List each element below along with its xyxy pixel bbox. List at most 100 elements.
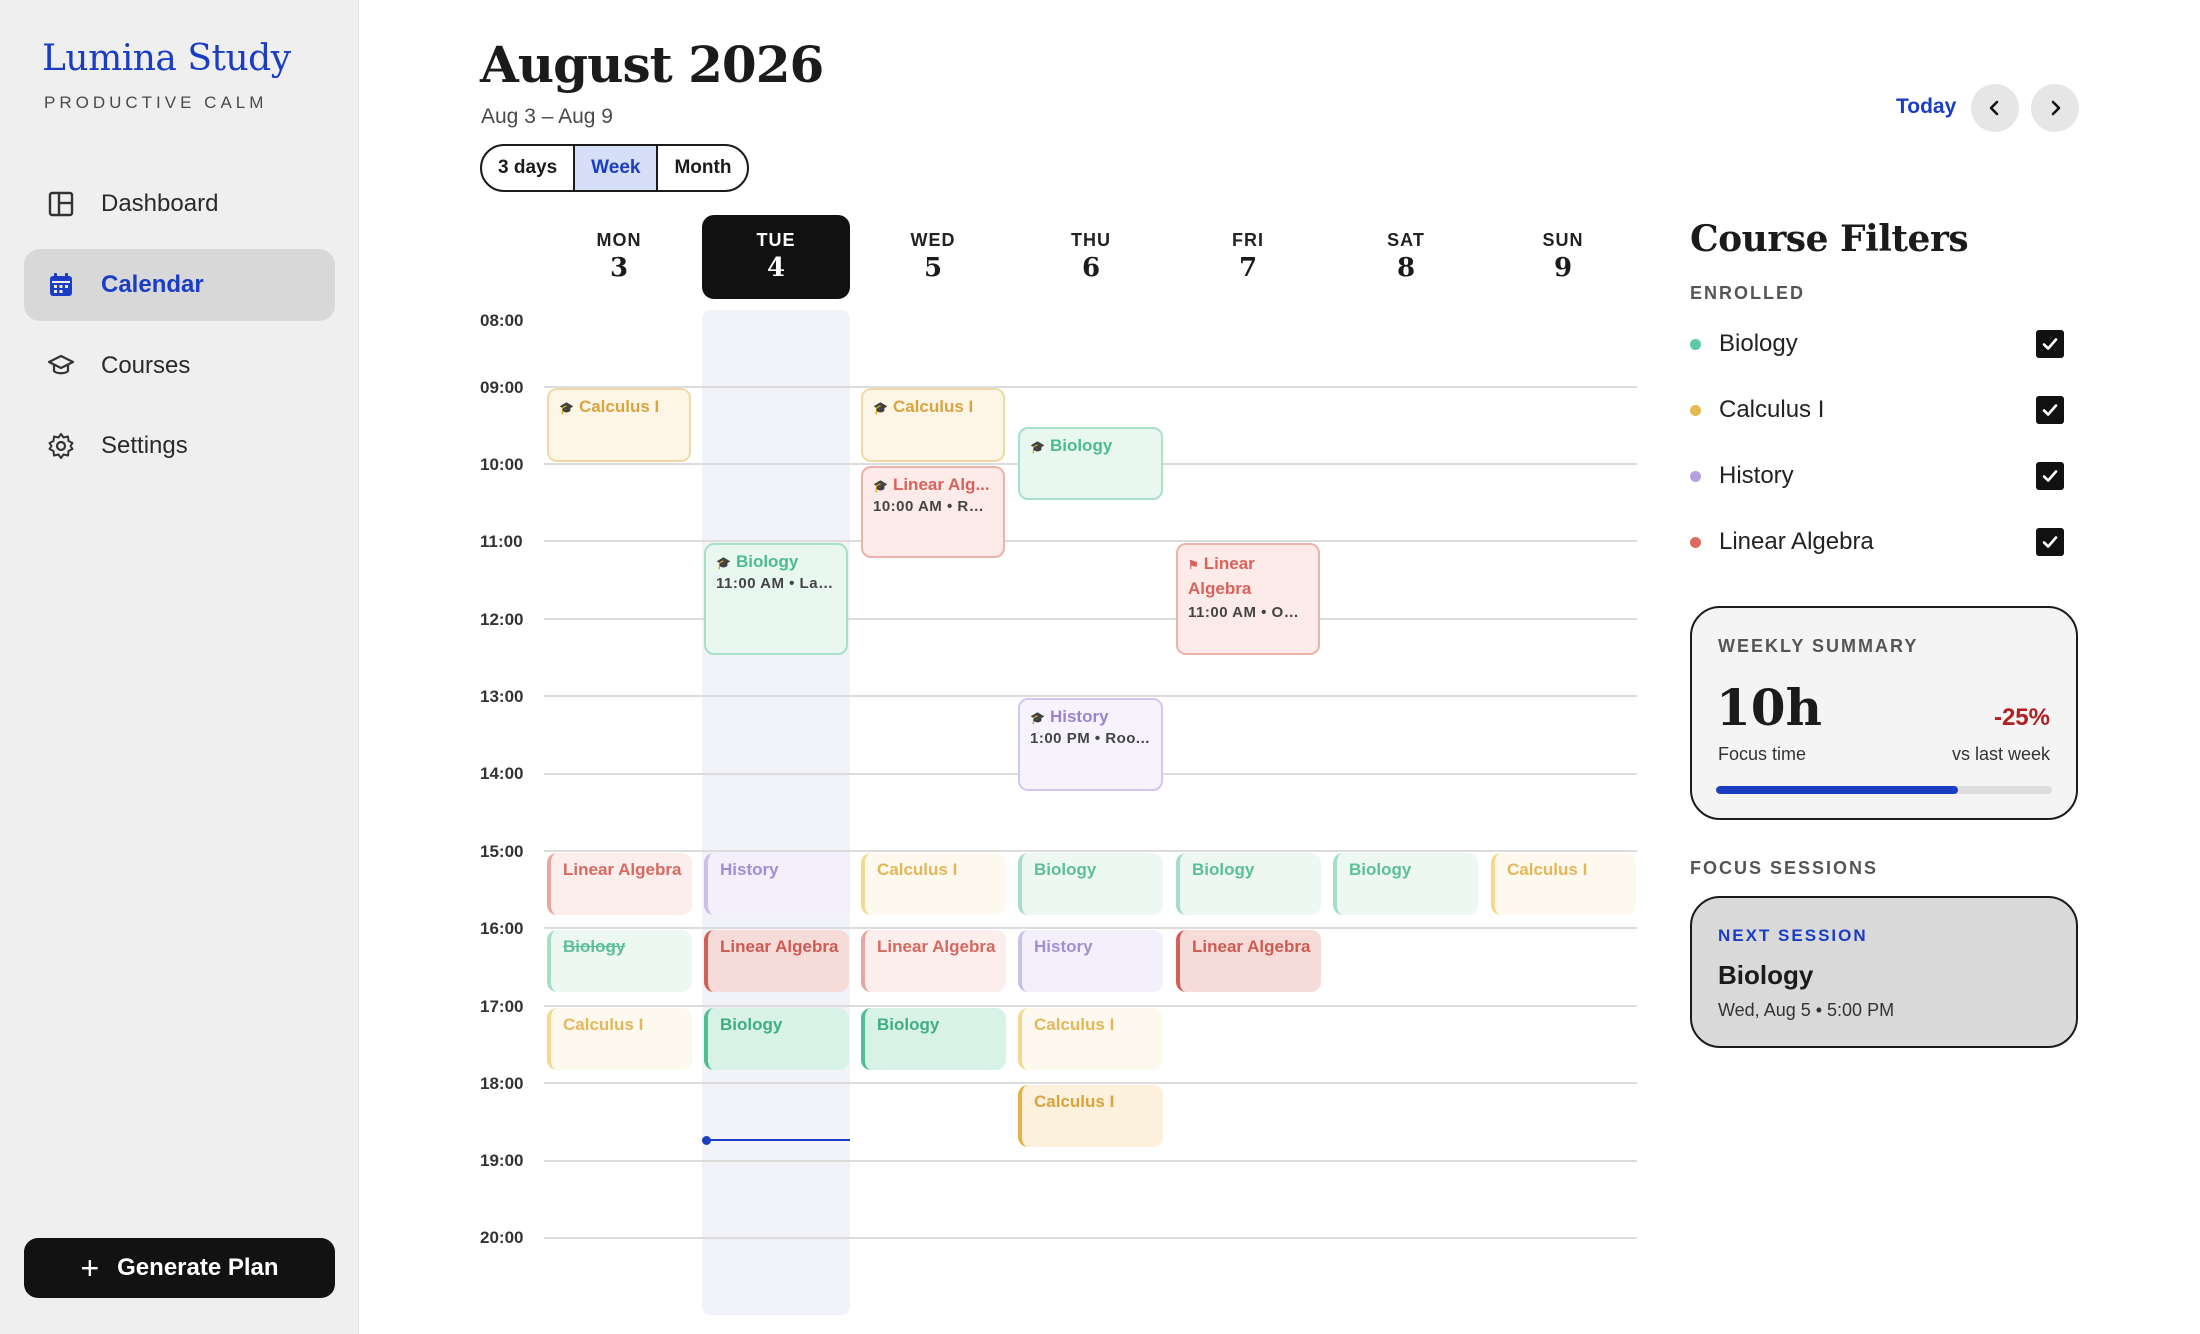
today-button[interactable]: Today [1896,95,1956,119]
course-filter-history[interactable]: History [1690,456,2064,496]
course-filter-linear-algebra[interactable]: Linear Algebra [1690,522,2064,562]
event-title: Linear Alg... [892,475,990,494]
course-filter-calculus[interactable]: Calculus I [1690,390,2064,430]
day-header-mon[interactable]: MON 3 [545,215,693,299]
class-event[interactable]: 🎓 Calculus I [861,388,1005,462]
view-switcher: 3 days Week Month [480,144,750,192]
checkbox-checked[interactable] [2036,330,2064,358]
study-session[interactable]: Biology [861,1008,1006,1070]
course-color-dot [1690,338,1701,350]
class-event[interactable]: ⚑ Linear Algebra 11:00 AM • Onl... [1176,543,1320,655]
brand-logo[interactable]: Lumina Study [42,38,291,79]
sidebar-item-courses[interactable]: Courses [24,330,335,402]
checkbox-checked[interactable] [2036,462,2064,490]
study-session[interactable]: History [704,853,849,915]
study-session[interactable]: Calculus I [1018,1008,1163,1070]
checkbox-checked[interactable] [2036,528,2064,556]
class-event[interactable]: 🎓 Biology 11:00 AM • Lab... [704,543,848,655]
session-title: Calculus I [1034,1015,1115,1034]
study-session[interactable]: Linear Algebra [547,853,692,915]
study-session[interactable]: Calculus I [1018,1085,1163,1147]
focus-time-label: Focus time [1718,744,1807,764]
study-session[interactable]: Biology [1333,853,1478,915]
study-session[interactable]: Calculus I [547,1008,692,1070]
day-number: 6 [1081,253,1101,283]
hour-line [544,927,1637,929]
next-session-card[interactable]: NEXT SESSION Biology Wed, Aug 5 • 5:00 P… [1690,896,2078,1048]
hour-label: 10:00 [480,455,524,474]
hour-line [544,1160,1637,1162]
session-title: Biology [1192,860,1255,879]
brand-tagline: PRODUCTIVE CALM [44,93,268,112]
next-session-label: NEXT SESSION [1718,926,1868,945]
session-title: Biology [720,1015,783,1034]
day-header-sun[interactable]: SUN 9 [1489,215,1637,299]
graduation-cap-icon: 🎓 [559,401,574,415]
hour-label: 08:00 [480,311,524,330]
study-session-completed[interactable]: Biology [547,930,692,992]
course-filters-title: Course Filters [1690,218,1969,260]
session-title: History [1034,937,1093,956]
class-event[interactable]: 🎓 Biology [1018,427,1163,500]
sidebar-item-label: Settings [101,432,188,459]
next-session-time: Wed, Aug 5 • 5:00 PM [1718,1000,1895,1020]
study-session[interactable]: History [1018,930,1163,992]
session-title: Biology [1349,860,1412,879]
session-title: Calculus I [1034,1092,1115,1111]
hour-label: 09:00 [480,378,524,397]
study-session[interactable]: Calculus I [861,853,1006,915]
day-header-wed[interactable]: WED 5 [859,215,1007,299]
checkbox-checked[interactable] [2036,396,2064,424]
study-session[interactable]: Linear Algebra [1176,930,1321,992]
session-title: Biology [877,1015,940,1034]
class-event[interactable]: 🎓 Calculus I [547,388,691,462]
sidebar-item-calendar[interactable]: Calendar [24,249,335,321]
day-name: WED [910,230,956,250]
view-3-days-button[interactable]: 3 days [482,146,576,190]
day-header-sat[interactable]: SAT 8 [1332,215,1480,299]
graduation-cap-icon: 🎓 [1030,440,1045,454]
generate-plan-button[interactable]: + Generate Plan [24,1238,335,1298]
focus-progress-fill [1716,786,1958,794]
class-event[interactable]: 🎓 History 1:00 PM • Roo... [1018,698,1163,791]
day-name: SAT [1387,230,1425,250]
day-header-tue-today[interactable]: TUE 4 [702,215,850,299]
course-filter-label: Biology [1719,330,1798,357]
view-month-button[interactable]: Month [658,146,747,190]
sidebar-item-settings[interactable]: Settings [24,410,335,482]
session-title: Linear Algebra [877,937,996,956]
focus-progress-bar [1716,786,2052,794]
focus-sessions-label: FOCUS SESSIONS [1690,858,1879,878]
study-session[interactable]: Linear Algebra [704,930,849,992]
day-header-thu[interactable]: THU 6 [1017,215,1165,299]
study-session[interactable]: Linear Algebra [861,930,1006,992]
day-header-fri[interactable]: FRI 7 [1174,215,1322,299]
next-week-button[interactable] [2031,84,2079,132]
course-filter-biology[interactable]: Biology [1690,324,2064,364]
chevron-right-icon [2051,100,2061,116]
sidebar-item-dashboard[interactable]: Dashboard [24,168,335,240]
graduation-cap-icon: 🎓 [716,556,731,570]
event-title: Biology [1049,436,1113,455]
view-week-button[interactable]: Week [575,146,659,190]
course-color-dot [1690,470,1701,482]
study-session[interactable]: Biology [1176,853,1321,915]
hour-label: 16:00 [480,919,524,938]
class-event[interactable]: 🎓 Linear Alg... 10:00 AM • Roo... [861,466,1005,558]
hour-line [544,1082,1637,1084]
previous-week-button[interactable] [1971,84,2019,132]
day-number: 5 [923,253,943,283]
hour-label: 13:00 [480,687,524,706]
study-session[interactable]: Biology [704,1008,849,1070]
sidebar: Lumina Study PRODUCTIVE CALM Dashboard C… [0,0,359,1334]
next-session-title: Biology [1718,960,1814,990]
hour-line [544,386,1637,388]
event-subtitle: 10:00 AM • Roo... [873,498,993,515]
hour-line [544,695,1637,697]
session-title: Linear Algebra [720,937,839,956]
focus-time-value: 10h [1716,678,1822,737]
calendar-icon [46,270,76,300]
day-name: FRI [1232,230,1264,250]
study-session[interactable]: Calculus I [1491,853,1636,915]
study-session[interactable]: Biology [1018,853,1163,915]
